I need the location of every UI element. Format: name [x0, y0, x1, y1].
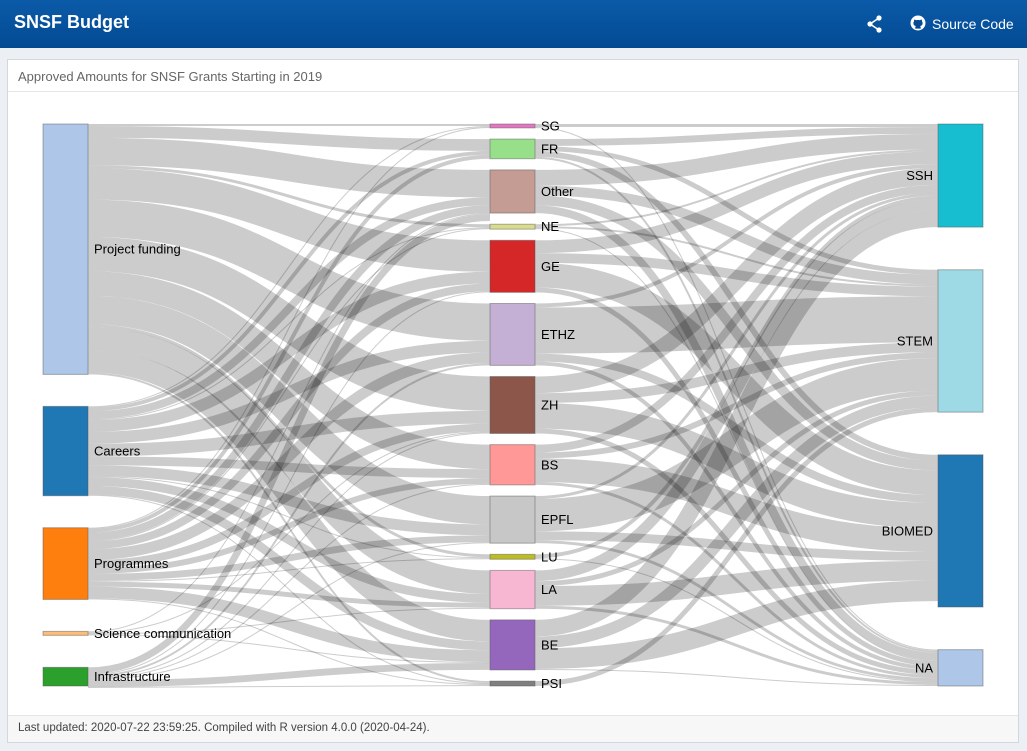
github-icon: [910, 15, 926, 34]
source-code-link[interactable]: Source Code: [910, 13, 1014, 35]
sankey-node-zh[interactable]: [489, 376, 536, 434]
sankey-node-bs[interactable]: [489, 444, 536, 486]
card-title: Approved Amounts for SNSF Grants Startin…: [18, 69, 323, 84]
card-header: Approved Amounts for SNSF Grants Startin…: [8, 60, 1018, 92]
sankey-node-ne[interactable]: [489, 223, 536, 230]
sankey-node-stem[interactable]: [937, 269, 984, 413]
sankey-node-project-funding[interactable]: [42, 123, 89, 375]
sankey-node-programmes[interactable]: [42, 527, 89, 600]
sankey-node-na[interactable]: [937, 649, 984, 687]
sankey-node-infrastructure[interactable]: [42, 666, 89, 687]
sankey-node-epfl[interactable]: [489, 495, 536, 544]
sankey-node-be[interactable]: [489, 619, 536, 671]
sankey-node-sg[interactable]: [489, 123, 536, 129]
sankey-node-psi[interactable]: [489, 680, 536, 687]
sankey-node-fr[interactable]: [489, 138, 536, 160]
app-title[interactable]: SNSF Budget: [14, 12, 129, 33]
top-navbar: SNSF Budget Source Code: [0, 0, 1027, 48]
sankey-node-careers[interactable]: [42, 405, 89, 497]
source-code-label: Source Code: [932, 16, 1014, 32]
last-updated-text: Last updated: 2020-07-22 23:59:25. Compi…: [18, 722, 430, 734]
sankey-node-ethz[interactable]: [489, 303, 536, 366]
card-footer: Last updated: 2020-07-22 23:59:25. Compi…: [8, 715, 1018, 742]
sankey-node-ssh[interactable]: [937, 123, 984, 228]
sankey-node-ge[interactable]: [489, 239, 536, 293]
sankey-node-la[interactable]: [489, 569, 536, 610]
sankey-node-biomed[interactable]: [937, 454, 984, 608]
sankey-node-other[interactable]: [489, 169, 536, 214]
share-icon[interactable]: [864, 13, 886, 35]
sankey-node-lu[interactable]: [489, 553, 536, 560]
sankey-node-science-communication[interactable]: [42, 630, 89, 636]
